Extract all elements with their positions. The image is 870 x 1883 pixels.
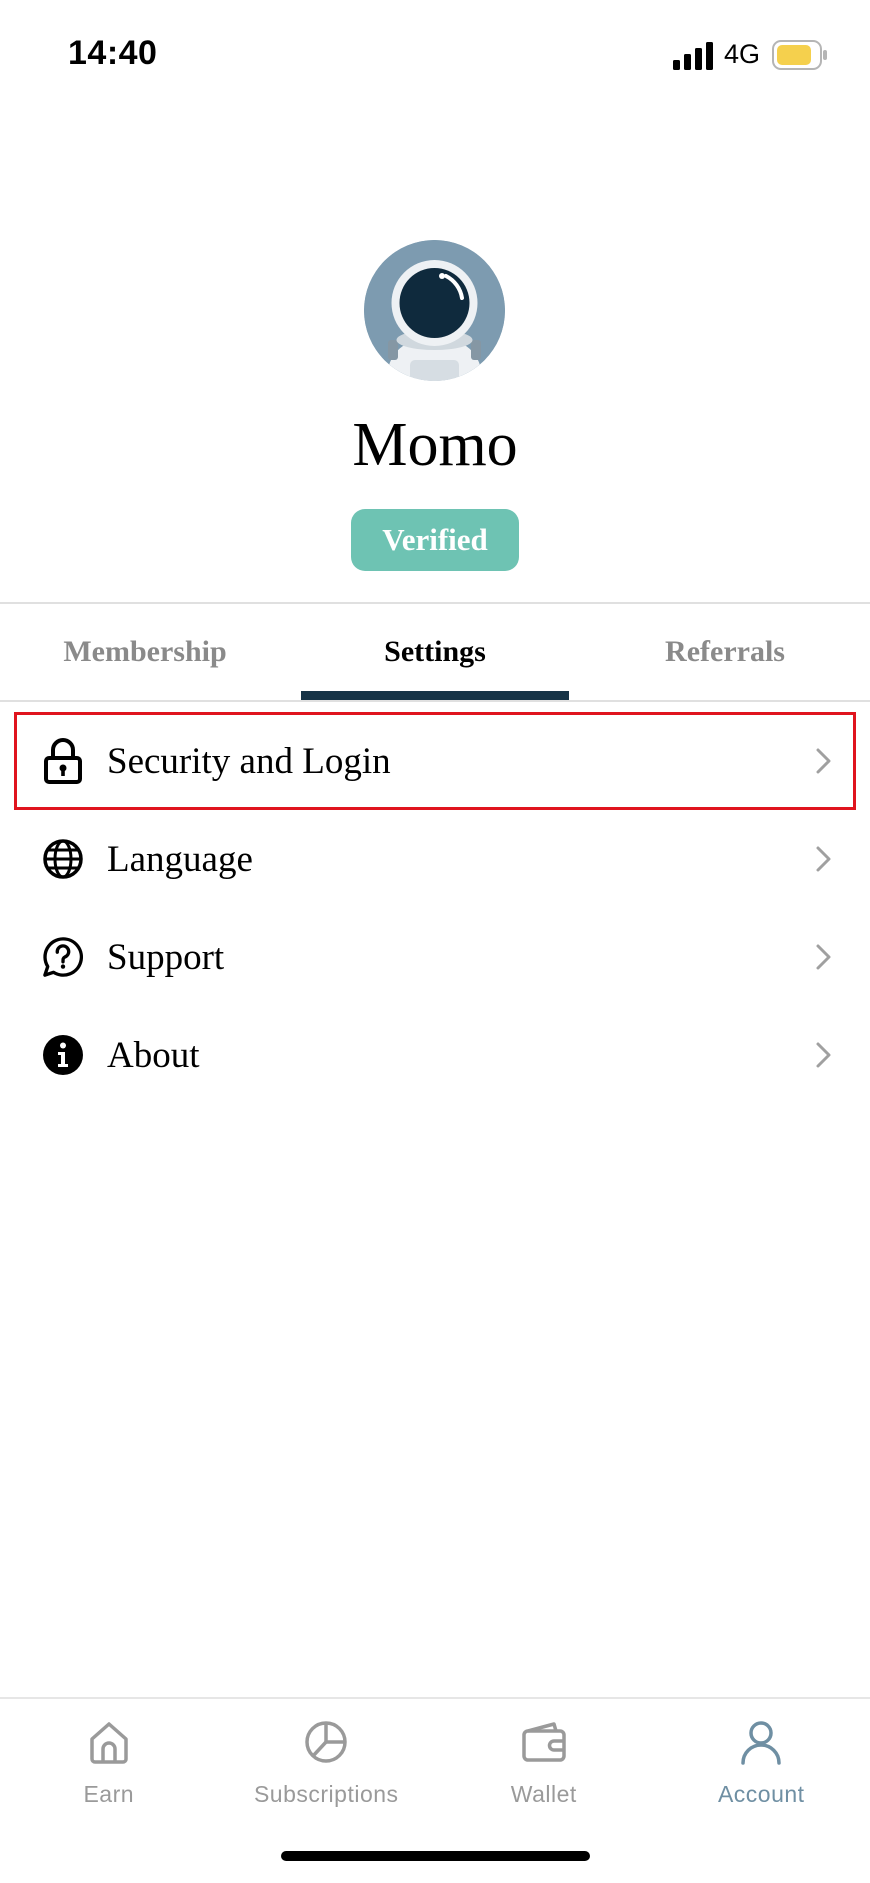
astronaut-avatar-icon [364, 240, 505, 381]
pie-chart-icon [305, 1721, 347, 1763]
nav-item-wallet[interactable]: Wallet [435, 1699, 653, 1819]
settings-item-label: About [107, 1034, 200, 1076]
help-bubble-icon [42, 936, 84, 978]
settings-item-language[interactable]: Language [0, 810, 870, 908]
avatar[interactable] [364, 240, 505, 381]
tab-referrals[interactable]: Referrals [580, 604, 870, 700]
tab-bar: Membership Settings Referrals [0, 604, 870, 700]
chevron-right-icon [816, 944, 831, 970]
home-indicator[interactable] [281, 1851, 590, 1861]
tab-settings[interactable]: Settings [290, 604, 580, 700]
verified-badge: Verified [351, 509, 519, 571]
home-icon [90, 1722, 128, 1764]
settings-list: Security and Login Language Support Abou… [0, 712, 870, 1104]
network-type: 4G [724, 39, 761, 69]
wallet-icon [522, 1722, 566, 1762]
status-bar: 14:40 4G [0, 0, 870, 110]
user-icon [741, 1721, 781, 1765]
tab-membership[interactable]: Membership [0, 604, 290, 700]
divider [0, 700, 870, 702]
chevron-right-icon [816, 748, 831, 774]
signal-icon [673, 42, 713, 70]
settings-item-label: Support [107, 936, 225, 978]
settings-item-support[interactable]: Support [0, 908, 870, 1006]
battery-icon [772, 40, 827, 70]
nav-item-subscriptions[interactable]: Subscriptions [218, 1699, 436, 1819]
settings-item-label: Security and Login [107, 740, 391, 782]
info-icon [42, 1034, 84, 1076]
nav-label: Wallet [510, 1781, 577, 1807]
lock-icon [42, 738, 84, 784]
nav-label: Earn [83, 1781, 135, 1807]
nav-item-earn[interactable]: Earn [0, 1699, 218, 1819]
globe-icon [42, 838, 84, 880]
settings-item-about[interactable]: About [0, 1006, 870, 1104]
nav-label: Account [717, 1781, 805, 1807]
settings-item-label: Language [107, 838, 253, 880]
bottom-nav: Earn Subscriptions Wallet Account [0, 1699, 870, 1819]
nav-item-account[interactable]: Account [653, 1699, 870, 1819]
profile-name: Momo [352, 411, 518, 479]
status-time: 14:40 [68, 34, 158, 72]
chevron-right-icon [816, 1042, 831, 1068]
nav-label: Subscriptions [253, 1781, 399, 1807]
chevron-right-icon [816, 846, 831, 872]
settings-item-security-and-login[interactable]: Security and Login [14, 712, 856, 810]
